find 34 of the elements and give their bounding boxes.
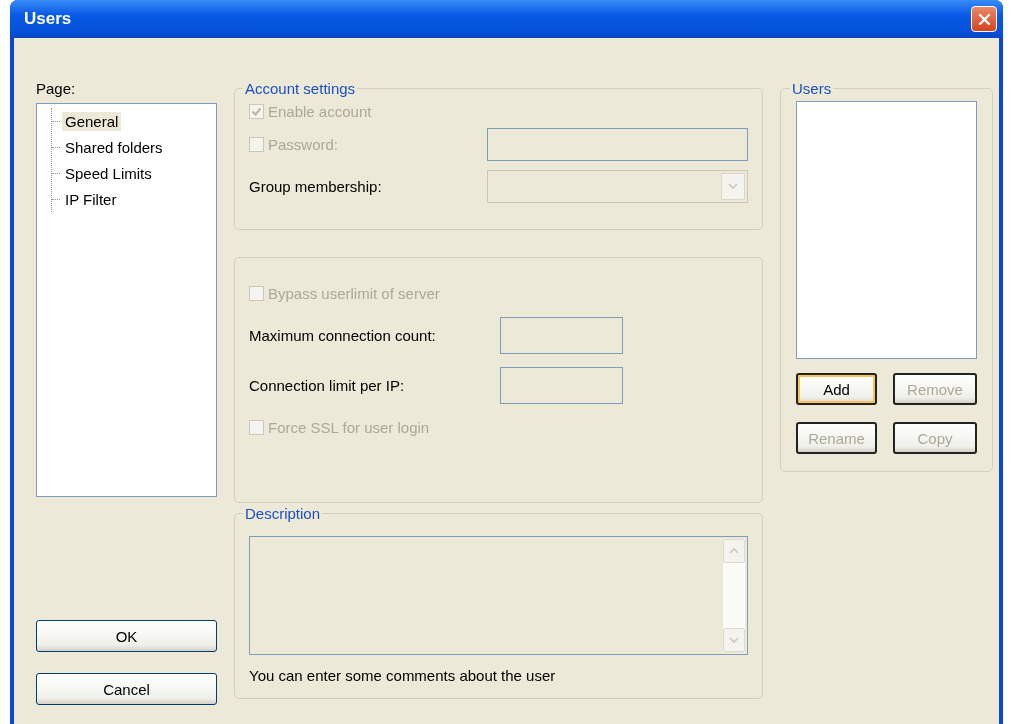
number-field[interactable] bbox=[500, 316, 623, 354]
description-hint: You can enter some comments about the user bbox=[249, 667, 557, 684]
window-title: Users bbox=[24, 9, 72, 29]
checkbox-label: Password: bbox=[268, 135, 339, 153]
dialog-button[interactable]: OK bbox=[36, 620, 217, 652]
field-label: Maximum connection count: bbox=[249, 326, 436, 344]
users-list[interactable] bbox=[796, 101, 977, 359]
chevron-down-icon bbox=[728, 183, 738, 189]
page-tree[interactable]: General Shared folders Speed Limits IP Filter bbox=[36, 103, 217, 497]
group-title: Users bbox=[791, 80, 833, 97]
field-label: Group membership: bbox=[249, 177, 382, 195]
group-title: Account settings bbox=[244, 80, 357, 97]
dialog-button[interactable]: Cancel bbox=[36, 673, 217, 705]
chevron-up-icon bbox=[729, 548, 739, 554]
user-button[interactable]: Add bbox=[796, 373, 877, 405]
check-icon bbox=[251, 105, 262, 117]
dropdown[interactable] bbox=[487, 169, 748, 203]
page-label: Page: bbox=[36, 80, 77, 99]
close-button[interactable] bbox=[971, 6, 997, 32]
password-field[interactable] bbox=[487, 127, 748, 161]
tree-item[interactable]: Speed Limits bbox=[62, 163, 155, 183]
number-field[interactable] bbox=[500, 366, 623, 404]
description-field[interactable] bbox=[249, 536, 748, 655]
checkbox-label: Force SSL for user login bbox=[268, 418, 430, 436]
checkbox-label: Enable account bbox=[268, 102, 372, 120]
group-title: Description bbox=[244, 505, 322, 522]
chevron-down-icon bbox=[729, 637, 739, 643]
field-label: Connection limit per IP: bbox=[249, 376, 405, 394]
tree-item[interactable]: General bbox=[62, 111, 122, 131]
checkbox-label: Bypass userlimit of server bbox=[268, 284, 440, 302]
tree-item[interactable]: Shared folders bbox=[62, 137, 166, 157]
close-icon bbox=[977, 12, 991, 26]
scrollbar[interactable] bbox=[723, 539, 745, 652]
tree-item[interactable]: IP Filter bbox=[62, 189, 120, 209]
